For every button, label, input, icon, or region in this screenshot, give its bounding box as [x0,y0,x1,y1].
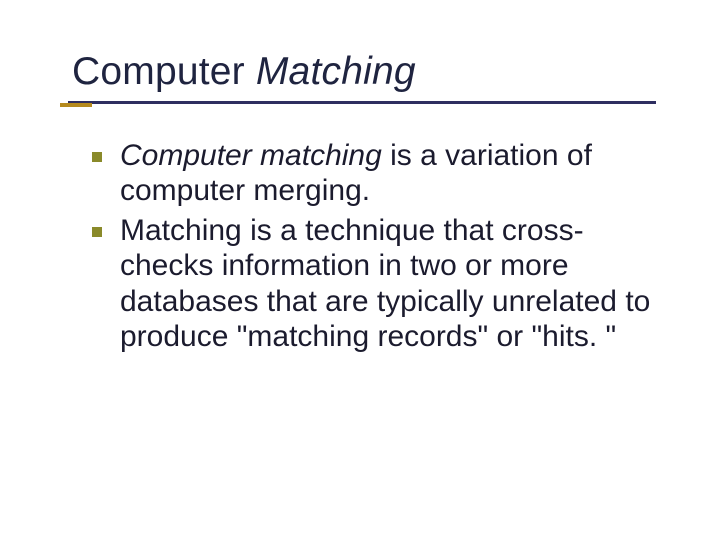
slide-title: Computer Matching [72,52,680,93]
title-word-1: Computer [72,50,256,93]
bullet-2-text: Matching is a technique that cross-check… [120,214,650,353]
title-area: Computer Matching [72,52,680,104]
bullet-1-emphasis: Computer matching [120,139,382,172]
bullet-item-2: Matching is a technique that cross-check… [120,213,662,355]
title-underline [68,101,656,104]
bullet-square-icon [92,227,102,237]
title-accent-bar [60,103,92,107]
title-word-2: Matching [256,50,416,93]
bullet-square-icon [92,152,102,162]
bullet-item-1: Computer matching is a variation of comp… [120,138,662,209]
slide: Computer Matching Computer matching is a… [0,0,720,540]
body-area: Computer matching is a variation of comp… [72,138,680,354]
